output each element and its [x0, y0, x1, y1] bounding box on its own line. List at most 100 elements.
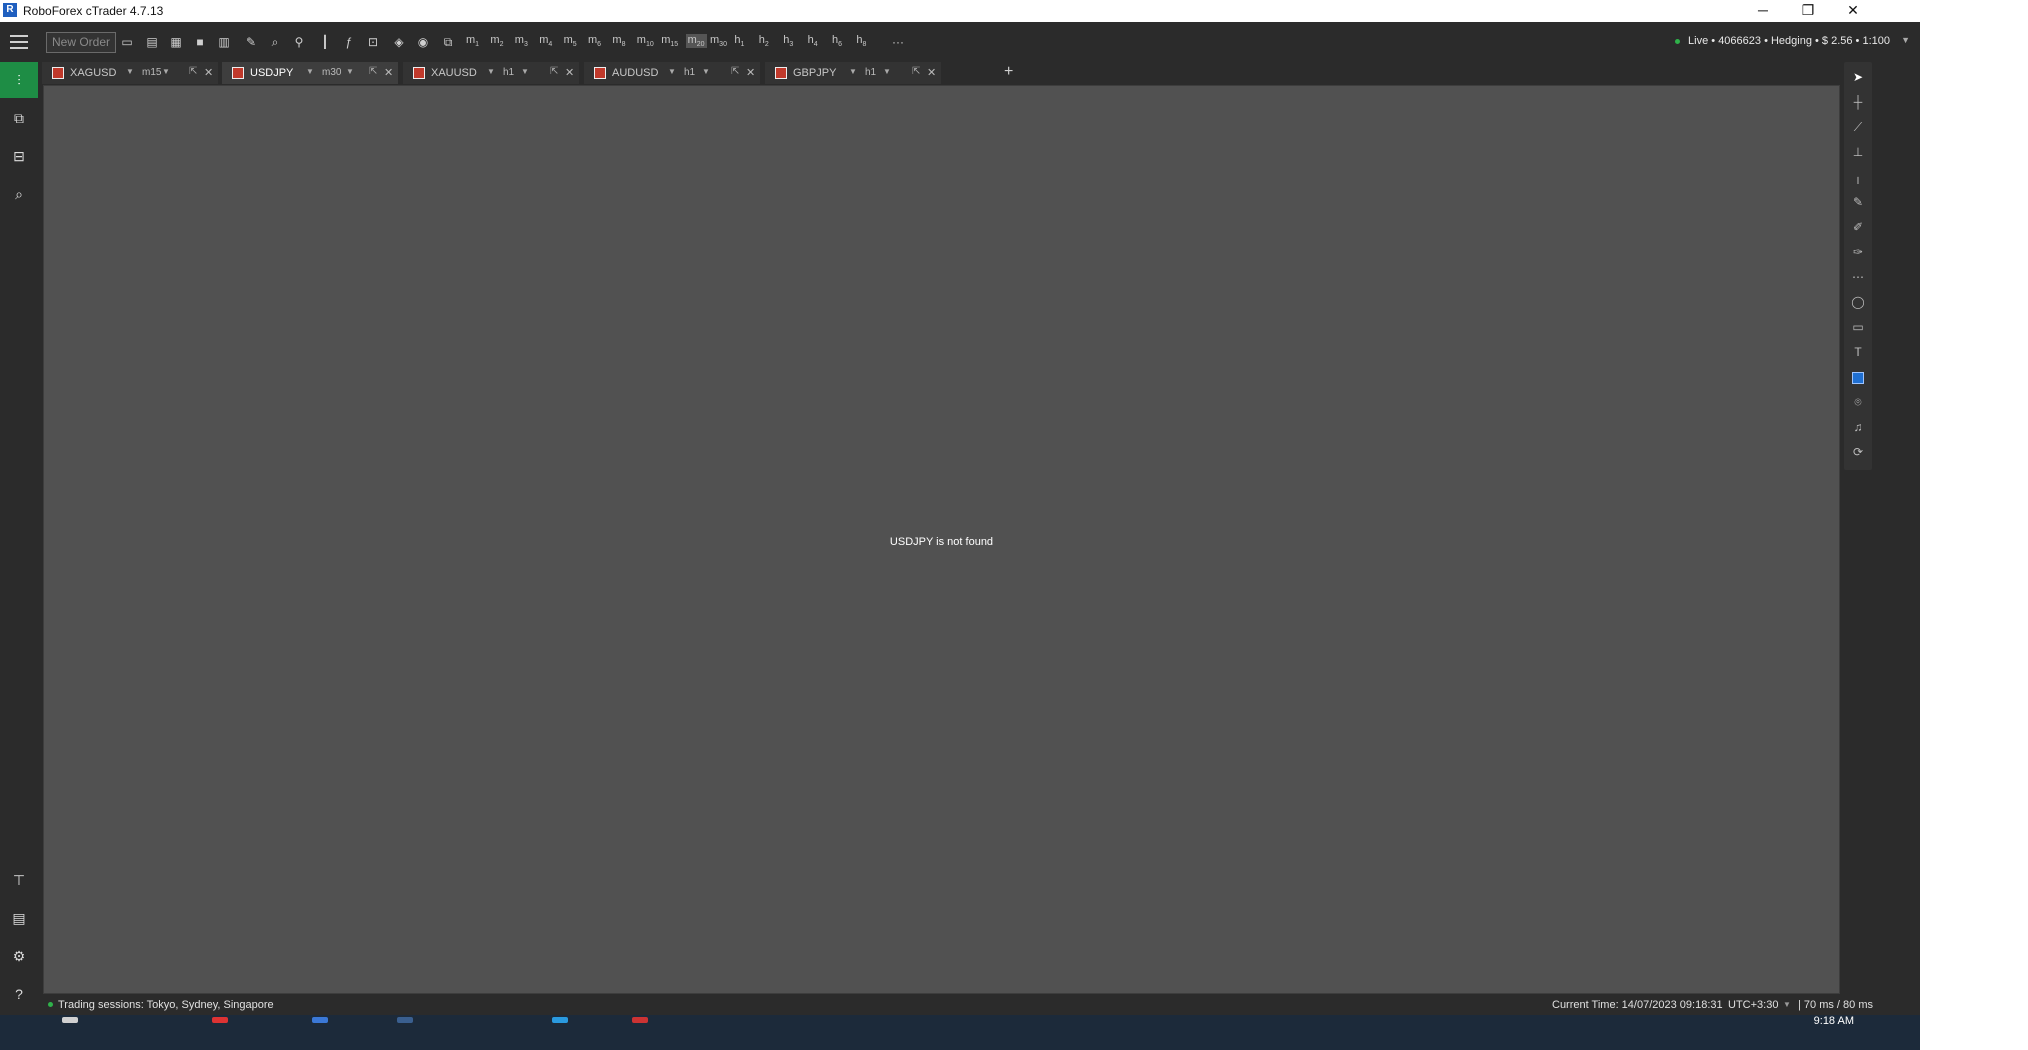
template-icon[interactable]: ⧉	[440, 34, 456, 50]
chart-tools-icon[interactable]: ✎	[243, 34, 259, 50]
more-icon[interactable]: ···	[887, 34, 909, 50]
timeframe-m8[interactable]: m8	[612, 34, 625, 48]
tab-gbpjpy[interactable]: GBPJPY ▼ h1 ▼ ⇱ ✕	[765, 62, 941, 84]
menu-icon[interactable]	[10, 35, 28, 49]
timeframe-m2[interactable]: m2	[490, 34, 503, 48]
close-icon[interactable]: ✕	[384, 66, 393, 79]
popout-icon[interactable]: ⇱	[550, 66, 558, 77]
popout-icon[interactable]: ⇱	[731, 66, 739, 77]
chevron-down-icon[interactable]: ▼	[346, 67, 354, 76]
timeframe-h6[interactable]: h6	[832, 34, 842, 48]
popout-icon[interactable]: ⇱	[912, 66, 920, 77]
tab-timeframe[interactable]: m30	[322, 67, 341, 78]
rectangle-icon[interactable]: ▭	[1844, 316, 1872, 338]
taskbar-clock[interactable]: 9:18 AM	[1814, 1015, 1854, 1027]
chevron-down-icon[interactable]: ▼	[1783, 1000, 1791, 1009]
taskbar-app-icon[interactable]	[300, 1015, 340, 1050]
settings-icon[interactable]: ⚙	[0, 938, 38, 974]
alert-icon[interactable]: ♫	[1844, 416, 1872, 438]
trading-panel-icon[interactable]: ⊤	[0, 862, 38, 898]
chevron-down-icon[interactable]: ▼	[126, 67, 134, 76]
pen-icon[interactable]: ✎	[1844, 191, 1872, 213]
chart-area[interactable]: USDJPY is not found	[43, 85, 1840, 994]
ellipse-icon[interactable]: ◯	[1844, 291, 1872, 313]
chevron-down-icon[interactable]: ▼	[521, 67, 529, 76]
timeframe-m6[interactable]: m6	[588, 34, 601, 48]
color-icon[interactable]	[1844, 366, 1872, 388]
tab-timeframe[interactable]: m15	[142, 67, 161, 78]
tab-timeframe[interactable]: h1	[684, 67, 695, 78]
zoom-in-icon[interactable]: ⚲	[291, 34, 307, 50]
chevron-down-icon[interactable]: ▼	[1901, 35, 1910, 45]
replay-icon[interactable]: ⟳	[1844, 441, 1872, 463]
timezone-selector[interactable]: UTC+3:30	[1728, 999, 1778, 1011]
tab-xagusd[interactable]: XAGUSD ▼ m15 ▼ ⇱ ✕	[42, 62, 218, 84]
brush-icon[interactable]: ✐	[1844, 216, 1872, 238]
grid-layout-icon[interactable]: ▦	[168, 34, 184, 50]
text-icon[interactable]: T	[1844, 341, 1872, 363]
eye-icon[interactable]: ◉	[415, 34, 431, 50]
grid-icon[interactable]: ⋯	[1844, 266, 1872, 288]
tab-timeframe[interactable]: h1	[503, 67, 514, 78]
timeframe-m30[interactable]: m30	[710, 34, 727, 48]
robot-icon[interactable]: ⊡	[365, 34, 381, 50]
vertical-line-icon[interactable]: ╷	[1844, 166, 1872, 188]
timeframe-h1[interactable]: h1	[734, 34, 744, 48]
tab-xauusd[interactable]: XAUUSD ▼ h1 ▼ ⇱ ✕	[403, 62, 579, 84]
trading-sessions[interactable]: Trading sessions: Tokyo, Sydney, Singapo…	[58, 999, 274, 1011]
analyze-icon[interactable]: ⌕	[0, 176, 38, 212]
chevron-down-icon[interactable]: ▼	[668, 67, 676, 76]
minimize-button[interactable]: ─	[1740, 0, 1786, 22]
chevron-down-icon[interactable]: ▼	[306, 67, 314, 76]
split-chart-icon[interactable]: ▥	[216, 34, 232, 50]
timeframe-m20[interactable]: m20	[685, 34, 707, 49]
crosshair-icon[interactable]: ┼	[1844, 91, 1872, 113]
chevron-down-icon[interactable]: ▼	[162, 67, 170, 76]
account-info[interactable]: Live • 4066623 • Hedging • $ 2.56 • 1:10…	[1675, 35, 1890, 47]
close-icon[interactable]: ✕	[927, 66, 936, 79]
chevron-down-icon[interactable]: ▼	[849, 67, 857, 76]
taskbar-app-icon[interactable]	[200, 1015, 240, 1050]
chevron-down-icon[interactable]: ▼	[702, 67, 710, 76]
chevron-down-icon[interactable]: ▼	[487, 67, 495, 76]
zoom-out-icon[interactable]: ⌕	[267, 34, 283, 50]
timeframe-m4[interactable]: m4	[539, 34, 552, 48]
chart-mode-icon[interactable]: ▭	[119, 34, 135, 50]
restore-button[interactable]: ❐	[1785, 0, 1831, 22]
taskbar-app-icon[interactable]	[540, 1015, 580, 1050]
copy-icon[interactable]: ⧉	[0, 100, 38, 136]
add-tab-button[interactable]: +	[1004, 63, 1013, 81]
automate-icon[interactable]: ⊟	[0, 138, 38, 174]
news-icon[interactable]: ▤	[0, 900, 38, 936]
timeframe-m5[interactable]: m5	[564, 34, 577, 48]
timeframe-m3[interactable]: m3	[515, 34, 528, 48]
chevron-down-icon[interactable]: ▼	[883, 67, 891, 76]
taskbar-app-icon[interactable]	[50, 1015, 90, 1050]
tab-usdjpy[interactable]: USDJPY ▼ m30 ▼ ⇱ ✕	[222, 62, 398, 84]
popout-icon[interactable]: ⇱	[189, 66, 197, 77]
timeframe-h2[interactable]: h2	[759, 34, 769, 48]
close-window-button[interactable]: ✕	[1830, 0, 1876, 22]
popout-icon[interactable]: ⇱	[369, 66, 377, 77]
timeframe-m10[interactable]: m10	[637, 34, 654, 48]
camera-icon[interactable]: ⌾	[1844, 391, 1872, 413]
taskbar-app-icon[interactable]	[620, 1015, 660, 1050]
tab-audusd[interactable]: AUDUSD ▼ h1 ▼ ⇱ ✕	[584, 62, 760, 84]
new-order-button[interactable]: New Order	[46, 32, 116, 53]
cursor-icon[interactable]: ➤	[1844, 66, 1872, 88]
indicators-icon[interactable]: ƒ	[341, 34, 357, 50]
help-icon[interactable]: ?	[0, 976, 38, 1012]
taskbar-app-icon[interactable]	[385, 1015, 425, 1050]
line-icon[interactable]: ⟋	[1844, 116, 1872, 138]
close-icon[interactable]: ✕	[565, 66, 574, 79]
chart-type-icon[interactable]: ┃	[317, 34, 333, 50]
timeframe-m15[interactable]: m15	[661, 34, 678, 48]
single-chart-icon[interactable]: ■	[192, 34, 208, 50]
layout-icon[interactable]: ▤	[144, 34, 160, 50]
marker-icon[interactable]: ✑	[1844, 241, 1872, 263]
layers-icon[interactable]: ◈	[391, 34, 407, 50]
timeframe-h4[interactable]: h4	[808, 34, 818, 48]
timeframe-m1[interactable]: m1	[466, 34, 479, 48]
tab-timeframe[interactable]: h1	[865, 67, 876, 78]
close-icon[interactable]: ✕	[746, 66, 755, 79]
